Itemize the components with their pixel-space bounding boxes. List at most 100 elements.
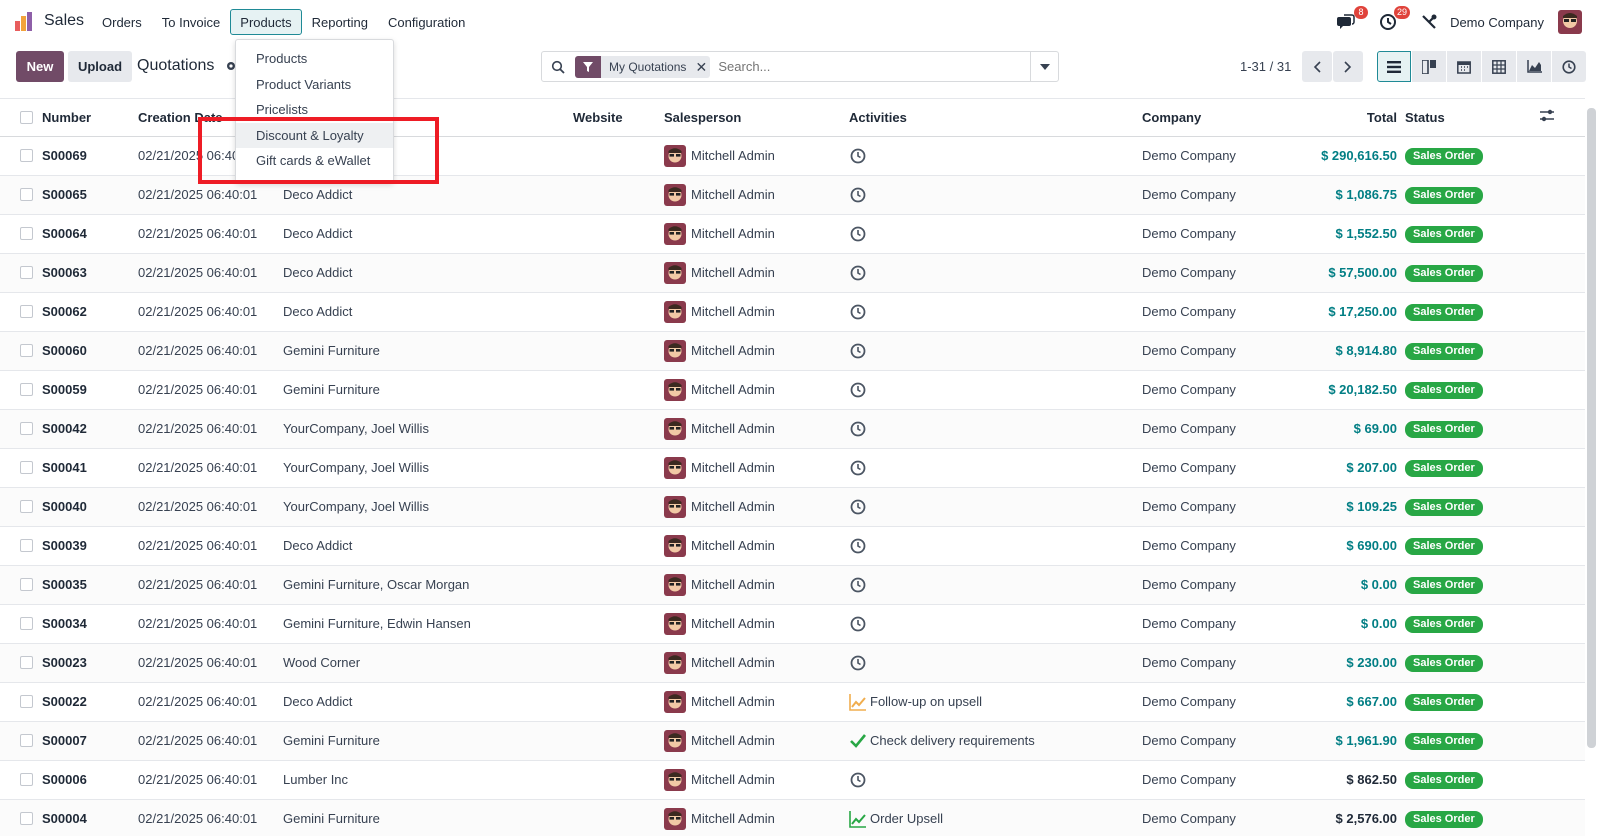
table-row[interactable]: S00060 02/21/2025 06:40:01 Gemini Furnitur… [0, 331, 1585, 371]
menu-item-product-variants[interactable]: Product Variants [236, 72, 393, 98]
clock-icon[interactable] [849, 264, 867, 282]
activity-cell[interactable]: Follow-up on upsell [845, 682, 1138, 722]
new-button[interactable]: New [16, 51, 64, 82]
switch-company-button[interactable] [1420, 12, 1440, 32]
clock-icon[interactable] [849, 771, 867, 789]
salesperson-cell[interactable]: Mitchell Admin [660, 604, 845, 644]
activity-cell[interactable] [845, 643, 1138, 683]
clock-icon[interactable] [849, 459, 867, 477]
salesperson-cell[interactable]: Mitchell Admin [660, 214, 845, 254]
clock-icon[interactable] [849, 381, 867, 399]
activity-cell[interactable] [845, 760, 1138, 800]
clock-icon[interactable] [849, 537, 867, 555]
nav-item-configuration[interactable]: Configuration [378, 9, 475, 35]
column-number[interactable]: Number [38, 99, 134, 137]
row-select-cell[interactable] [0, 136, 38, 176]
table-row[interactable]: S00023 02/21/2025 06:40:01 Wood Corner Mitc… [0, 643, 1585, 683]
salesperson-cell[interactable]: Mitchell Admin [660, 370, 845, 410]
row-checkbox[interactable] [20, 539, 33, 552]
clock-icon[interactable] [849, 498, 867, 516]
activity-cell[interactable] [845, 565, 1138, 605]
clock-icon[interactable] [849, 147, 867, 165]
row-select-cell[interactable] [0, 643, 38, 683]
table-row[interactable]: S00059 02/21/2025 06:40:01 Gemini Furnitur… [0, 370, 1585, 410]
table-row[interactable]: S00022 02/21/2025 06:40:01 Deco Addict Mitc… [0, 682, 1585, 722]
check-icon[interactable] [849, 732, 867, 750]
clock-icon[interactable] [849, 303, 867, 321]
table-row[interactable]: S00040 02/21/2025 06:40:01 YourCompany, Jo… [0, 487, 1585, 527]
salesperson-cell[interactable]: Mitchell Admin [660, 292, 845, 332]
list-view-button[interactable] [1377, 51, 1411, 82]
column-company[interactable]: Company [1138, 99, 1271, 137]
row-checkbox[interactable] [20, 227, 33, 240]
row-select-cell[interactable] [0, 682, 38, 722]
row-checkbox[interactable] [20, 266, 33, 279]
salesperson-cell[interactable]: Mitchell Admin [660, 487, 845, 527]
table-row[interactable]: S00062 02/21/2025 06:40:01 Deco Addict Mitc… [0, 292, 1585, 332]
row-select-cell[interactable] [0, 448, 38, 488]
clock-icon[interactable] [849, 576, 867, 594]
salesperson-cell[interactable]: Mitchell Admin [660, 760, 845, 800]
row-select-cell[interactable] [0, 175, 38, 215]
clock-icon[interactable] [849, 420, 867, 438]
table-row[interactable]: S00035 02/21/2025 06:40:01 Gemini Furnitur… [0, 565, 1585, 605]
row-select-cell[interactable] [0, 721, 38, 761]
row-checkbox[interactable] [20, 500, 33, 513]
salesperson-cell[interactable]: Mitchell Admin [660, 253, 845, 293]
row-checkbox[interactable] [20, 461, 33, 474]
menu-item-pricelists[interactable]: Pricelists [236, 97, 393, 123]
row-checkbox[interactable] [20, 383, 33, 396]
activities-button[interactable]: 29 [1378, 6, 1411, 32]
row-checkbox[interactable] [20, 578, 33, 591]
activity-cell[interactable]: Check delivery requirements [845, 721, 1138, 761]
row-checkbox[interactable] [20, 344, 33, 357]
activity-view-button[interactable] [1552, 51, 1586, 82]
row-checkbox[interactable] [20, 734, 33, 747]
salesperson-cell[interactable]: Mitchell Admin [660, 643, 845, 683]
activity-cell[interactable] [845, 604, 1138, 644]
nav-item-products[interactable]: Products [230, 9, 302, 35]
table-row[interactable]: S00041 02/21/2025 06:40:01 YourCompany, Jo… [0, 448, 1585, 488]
row-checkbox[interactable] [20, 656, 33, 669]
salesperson-cell[interactable]: Mitchell Admin [660, 721, 845, 761]
clock-icon[interactable] [849, 342, 867, 360]
table-row[interactable]: S00063 02/21/2025 06:40:01 Deco Addict Mitc… [0, 253, 1585, 293]
activity-cell[interactable] [845, 370, 1138, 410]
column-activities[interactable]: Activities [845, 99, 1138, 137]
row-checkbox[interactable] [20, 188, 33, 201]
activity-cell[interactable] [845, 331, 1138, 371]
clock-icon[interactable] [849, 186, 867, 204]
clock-icon[interactable] [849, 225, 867, 243]
search-options-toggle[interactable] [1030, 52, 1058, 81]
column-total[interactable]: Total [1271, 99, 1401, 137]
messages-button[interactable]: 8 [1336, 6, 1369, 32]
menu-item-products[interactable]: Products [236, 46, 393, 72]
table-row[interactable]: S00042 02/21/2025 06:40:01 YourCompany, Jo… [0, 409, 1585, 449]
row-select-cell[interactable] [0, 799, 38, 836]
activity-cell[interactable] [845, 526, 1138, 566]
activity-cell[interactable] [845, 409, 1138, 449]
row-select-cell[interactable] [0, 565, 38, 605]
user-avatar[interactable] [1558, 10, 1582, 34]
salesperson-cell[interactable]: Mitchell Admin [660, 565, 845, 605]
upload-button[interactable]: Upload [68, 51, 132, 82]
row-select-cell[interactable] [0, 331, 38, 371]
activity-cell[interactable] [845, 175, 1138, 215]
row-select-cell[interactable] [0, 604, 38, 644]
row-select-cell[interactable] [0, 760, 38, 800]
table-row[interactable]: S00007 02/21/2025 06:40:01 Gemini Furnitur… [0, 721, 1585, 761]
nav-item-orders[interactable]: Orders [92, 9, 152, 35]
column-salesperson[interactable]: Salesperson [660, 99, 845, 137]
optional-columns-cell[interactable] [1535, 99, 1585, 137]
chart-up-green-icon[interactable] [849, 810, 867, 828]
calendar-view-button[interactable] [1447, 51, 1481, 82]
row-select-cell[interactable] [0, 292, 38, 332]
close-icon[interactable]: ✕ [692, 55, 711, 78]
row-checkbox[interactable] [20, 773, 33, 786]
vertical-scrollbar[interactable] [1587, 108, 1596, 748]
activity-cell[interactable] [845, 136, 1138, 176]
graph-view-button[interactable] [1517, 51, 1551, 82]
kanban-view-button[interactable] [1412, 51, 1446, 82]
row-select-cell[interactable] [0, 487, 38, 527]
pager-next-button[interactable] [1333, 51, 1363, 82]
